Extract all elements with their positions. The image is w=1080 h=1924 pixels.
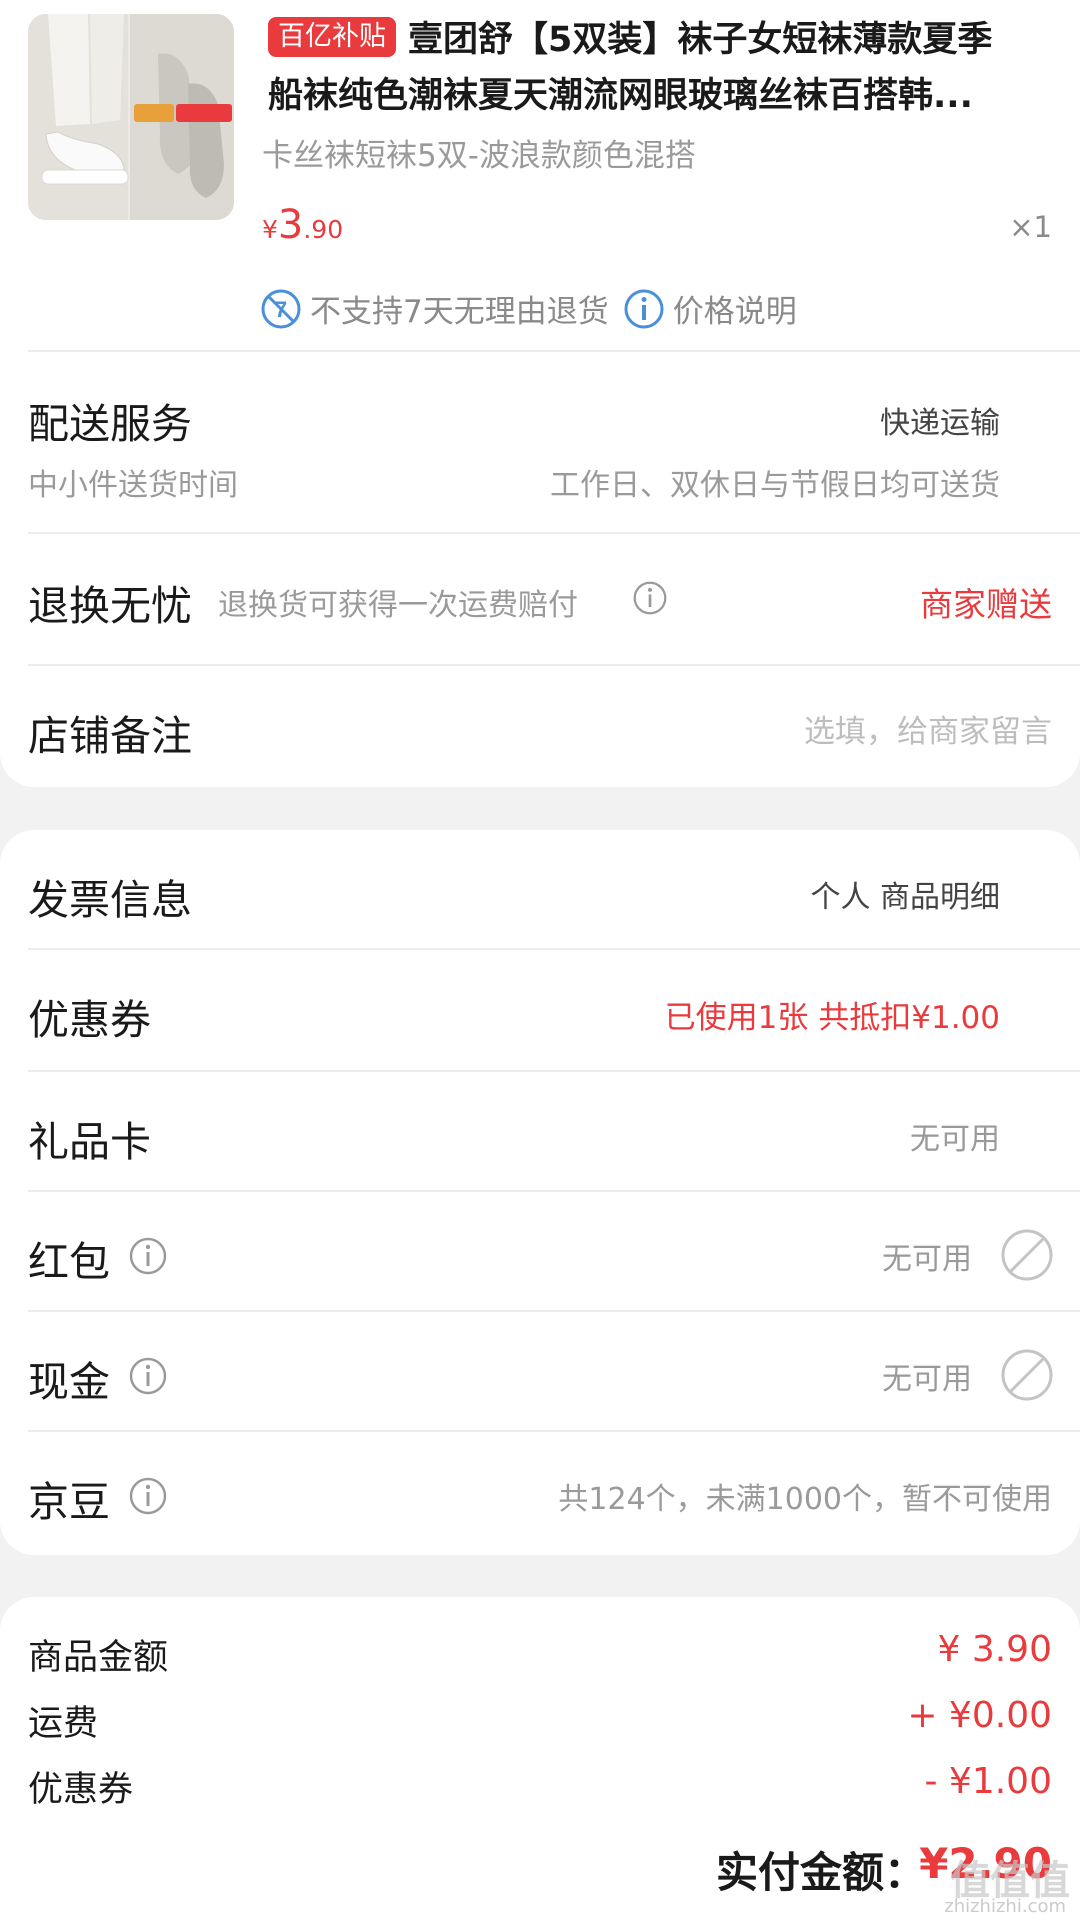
no-return-text: 不支持7天无理由退货: [310, 294, 609, 330]
info-icon[interactable]: [128, 1236, 168, 1276]
info-icon[interactable]: [128, 1356, 168, 1396]
shipping-label: 运费: [28, 1704, 99, 1744]
product-spec[interactable]: 卡丝袜短袜5双-波浪款颜色混搭: [262, 130, 696, 175]
divider: [28, 350, 1080, 352]
product-image: [28, 14, 234, 220]
coupon-value: 已使用1张 共抵扣¥1.00: [664, 1000, 1000, 1036]
product-card: 百亿补贴 壹团舒【5双装】袜子女短袜薄款夏季 船袜纯色潮袜夏天潮流网眼玻璃丝袜百搭…: [0, 0, 1080, 787]
total-paid-label: 实付金额：: [716, 1848, 927, 1897]
price-currency: ¥: [262, 215, 278, 244]
watermark-url: zhizhizhi.com: [944, 1896, 1066, 1917]
disabled-icon: [1001, 1229, 1053, 1281]
coupon-label: 优惠券: [28, 996, 151, 1044]
delivery-method: 快递运输: [880, 406, 1000, 441]
shop-note-label: 店铺备注: [28, 712, 192, 760]
return-worry-label: 退换无忧: [28, 582, 192, 630]
gift-card-label: 礼品卡: [28, 1118, 151, 1166]
return-worry-desc: 退换货可获得一次运费赔付: [218, 588, 578, 623]
coupon-discount-value: - ¥1.00: [924, 1761, 1053, 1802]
disabled-icon: [1001, 1349, 1053, 1401]
price-integer: 3: [277, 202, 304, 248]
product-thumbnail[interactable]: [28, 14, 234, 220]
red-packet-value: 无可用: [882, 1242, 972, 1277]
shipping-value: + ¥0.00: [907, 1695, 1052, 1736]
divider: [28, 664, 1080, 666]
gift-card-value: 无可用: [910, 1122, 1000, 1157]
invoice-value: 个人 商品明细: [810, 880, 1000, 915]
product-quantity: ×1: [1009, 210, 1052, 244]
product-price: ¥3.90: [262, 202, 343, 248]
divider: [28, 1190, 1080, 1192]
order-options-card: 发票信息 个人 商品明细 优惠券 已使用1张 共抵扣¥1.00 礼品卡 无可用 …: [0, 830, 1080, 1555]
invoice-label: 发票信息: [28, 876, 192, 924]
cash-label: 现金: [28, 1358, 110, 1406]
divider: [28, 532, 1080, 534]
delivery-time-value: 工作日、双休日与节假日均可送货: [550, 468, 1000, 503]
goods-amount-value: ¥ 3.90: [937, 1629, 1052, 1670]
price-decimal: .90: [303, 215, 344, 244]
info-icon[interactable]: [632, 580, 668, 616]
divider: [28, 1430, 1080, 1432]
product-title-line-2: 船袜纯色潮袜夏天潮流网眼玻璃丝袜百搭韩...: [268, 76, 973, 116]
price-note-link[interactable]: 价格说明: [673, 286, 797, 331]
no-return-icon: 7: [261, 289, 301, 328]
red-packet-label: 红包: [28, 1238, 110, 1286]
return-worry-value: 商家赠送: [920, 585, 1052, 624]
cash-value: 无可用: [882, 1362, 972, 1397]
divider: [28, 1070, 1080, 1072]
product-title-line-1: 壹团舒【5双装】袜子女短袜薄款夏季: [408, 20, 993, 60]
delivery-label: 配送服务: [28, 400, 192, 448]
jingdou-value: 共124个，未满1000个，暂不可使用: [558, 1482, 1052, 1517]
delivery-time-label: 中小件送货时间: [28, 468, 238, 503]
info-icon[interactable]: [128, 1476, 168, 1516]
shop-note-input[interactable]: 选填，给商家留言: [804, 706, 1052, 751]
subsidy-badge: 百亿补贴: [268, 17, 396, 57]
product-title[interactable]: 百亿补贴 壹团舒【5双装】袜子女短袜薄款夏季 船袜纯色潮袜夏天潮流网眼玻璃丝袜百搭…: [268, 12, 1068, 124]
goods-amount-label: 商品金额: [28, 1638, 169, 1678]
service-tags: 7 不支持7天无理由退货 价格说明: [260, 286, 797, 331]
jingdou-label: 京豆: [28, 1478, 110, 1526]
divider: [28, 1310, 1080, 1312]
price-summary-card: 商品金额 ¥ 3.90 运费 + ¥0.00 优惠券 - ¥1.00 实付金额：…: [0, 1597, 1080, 1924]
info-icon[interactable]: [623, 288, 665, 330]
divider: [28, 948, 1080, 950]
coupon-discount-label: 优惠券: [28, 1770, 134, 1810]
